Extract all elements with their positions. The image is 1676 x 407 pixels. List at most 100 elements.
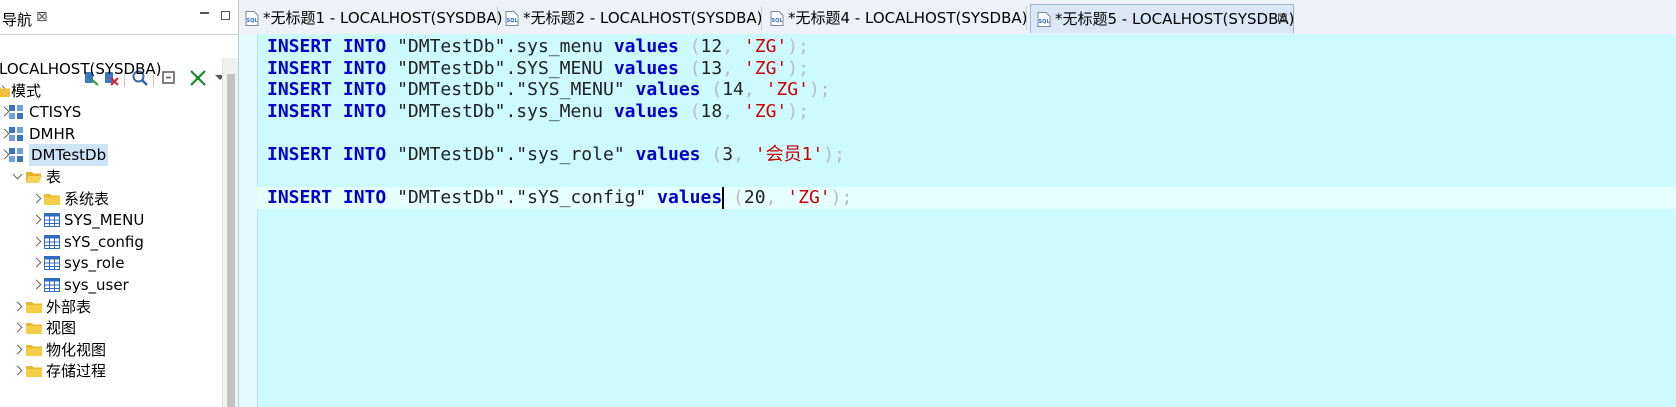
- scrollbar-thumb[interactable]: [227, 74, 235, 407]
- tree-node[interactable]: 存储过程: [0, 360, 222, 382]
- code-token: (: [689, 36, 701, 57]
- minimize-icon[interactable]: [200, 6, 210, 16]
- tree-node[interactable]: SYS_MENU: [0, 209, 222, 231]
- chevron-right-icon[interactable]: [31, 214, 42, 225]
- tree-node[interactable]: 系统表: [0, 188, 222, 210]
- chevron-down-icon[interactable]: [12, 169, 23, 180]
- chevron-right-icon[interactable]: [31, 193, 42, 204]
- code-token: INTO: [342, 57, 387, 79]
- chevron-right-icon[interactable]: [12, 322, 23, 333]
- code-token: "DMTestDb".sys_Menu: [397, 100, 603, 122]
- chevron-right-icon[interactable]: [12, 365, 23, 376]
- tree-node[interactable]: CTISYS: [0, 101, 222, 123]
- code-token: );: [823, 144, 845, 165]
- navigator-panel: 导航 ⊠ LOCALHOST(SYSDBA) 模式 CTISYS DMHR DMTest…: [0, 0, 239, 407]
- navigator-tab[interactable]: 导航 ⊠: [0, 0, 238, 35]
- tree-node[interactable]: 视图: [0, 317, 222, 339]
- folder-icon: [44, 191, 60, 207]
- tree-node-label: SYS_MENU: [64, 211, 145, 230]
- code-token: INSERT: [267, 187, 333, 209]
- table-icon: [44, 234, 60, 250]
- code-line[interactable]: INSERT INTO "DMTestDb".sys_Menu values (…: [267, 101, 809, 123]
- navigator-scrollbar[interactable]: [222, 58, 238, 407]
- code-token: values: [613, 100, 679, 122]
- svg-text:SQL: SQL: [507, 18, 519, 24]
- tree-node[interactable]: DMTestDb: [0, 144, 222, 167]
- tree-node-label: 模式: [11, 81, 42, 100]
- code-token: values: [613, 57, 679, 79]
- editor-tab-bar: SQL *无标题1 - LOCALHOST(SYSDBA) SQL *无标题2 - L…: [239, 0, 1676, 35]
- folder-icon: [26, 342, 42, 358]
- folder-icon: [26, 320, 42, 336]
- editor-tab-label: *无标题2 - LOCALHOST(SYSDBA): [523, 9, 763, 27]
- code-line[interactable]: INSERT INTO "DMTestDb".SYS_MENU values (…: [267, 58, 809, 80]
- close-icon[interactable]: ⊠: [1277, 5, 1288, 33]
- svg-text:SQL: SQL: [772, 18, 784, 24]
- chevron-right-icon[interactable]: [31, 257, 42, 268]
- chevron-right-icon[interactable]: [12, 301, 23, 312]
- tree-node[interactable]: 外部表: [0, 296, 222, 318]
- code-token: );: [787, 100, 809, 122]
- code-token: values: [635, 79, 701, 101]
- tree-node[interactable]: LOCALHOST(SYSDBA): [0, 58, 222, 80]
- code-token: values: [635, 144, 701, 165]
- chevron-right-icon[interactable]: [31, 236, 42, 247]
- tree-node-label: 存储过程: [46, 362, 107, 381]
- tree-node[interactable]: 物化视图: [0, 339, 222, 361]
- editor-tab-label: *无标题4 - LOCALHOST(SYSDBA): [788, 9, 1028, 27]
- editor-tab[interactable]: SQL *无标题1 - LOCALHOST(SYSDBA): [239, 4, 503, 32]
- maximize-icon[interactable]: [221, 11, 230, 20]
- code-token: 3: [722, 144, 734, 165]
- tree-node-label: sys_user: [64, 276, 129, 294]
- tree-node[interactable]: 模式: [0, 80, 222, 102]
- code-token: values: [613, 36, 679, 57]
- code-line[interactable]: INSERT INTO "DMTestDb"."sYS_config" valu…: [267, 187, 852, 209]
- tree-node-label: LOCALHOST(SYSDBA): [0, 60, 162, 78]
- chevron-right-icon[interactable]: [31, 279, 42, 290]
- tree-node[interactable]: sys_user: [0, 274, 222, 296]
- tree-node[interactable]: 表: [0, 166, 222, 188]
- code-token: ,: [733, 144, 744, 165]
- code-token: 'ZG': [787, 187, 831, 209]
- code-line[interactable]: INSERT INTO "DMTestDb"."sys_role" values…: [267, 144, 845, 166]
- code-token: INTO: [342, 36, 387, 57]
- code-token: 13: [700, 57, 723, 79]
- code-token: (: [689, 57, 701, 79]
- code-line[interactable]: INSERT INTO "DMTestDb".sys_menu values (…: [267, 36, 809, 58]
- tree-node[interactable]: sYS_config: [0, 231, 222, 253]
- code-token: );: [808, 79, 831, 101]
- code-token: INSERT: [267, 100, 333, 122]
- tree-node[interactable]: DMHR: [0, 123, 222, 145]
- editor-tab[interactable]: SQL *无标题2 - LOCALHOST(SYSDBA): [499, 4, 763, 32]
- code-token: 12: [700, 36, 723, 57]
- code-line[interactable]: INSERT INTO "DMTestDb"."SYS_MENU" values…: [267, 79, 831, 101]
- tree-node-label: 表: [46, 168, 62, 186]
- tree-node[interactable]: sys_role: [0, 252, 222, 274]
- tree-node-label: sys_role: [64, 254, 125, 273]
- editor-tab[interactable]: SQL *无标题5 - LOCALHOST(SYSDBA) ⊠: [1030, 4, 1295, 33]
- chevron-right-icon[interactable]: [12, 344, 23, 355]
- sql-file-icon: SQL: [245, 11, 259, 26]
- navigator-title: 导航: [2, 11, 33, 29]
- code-token: "DMTestDb".sys_menu: [397, 36, 603, 57]
- code-token: 'ZG': [743, 57, 788, 79]
- editor-tab[interactable]: SQL *无标题4 - LOCALHOST(SYSDBA): [764, 4, 1028, 32]
- close-icon[interactable]: ⊠: [36, 9, 48, 25]
- schema-icon: [8, 104, 24, 120]
- tree-node-label: 外部表: [46, 297, 92, 316]
- text-caret: [722, 187, 725, 210]
- code-token: );: [787, 36, 809, 57]
- sql-editor[interactable]: INSERT INTO "DMTestDb".sys_menu values (…: [239, 34, 1676, 407]
- sql-file-icon: SQL: [505, 11, 519, 26]
